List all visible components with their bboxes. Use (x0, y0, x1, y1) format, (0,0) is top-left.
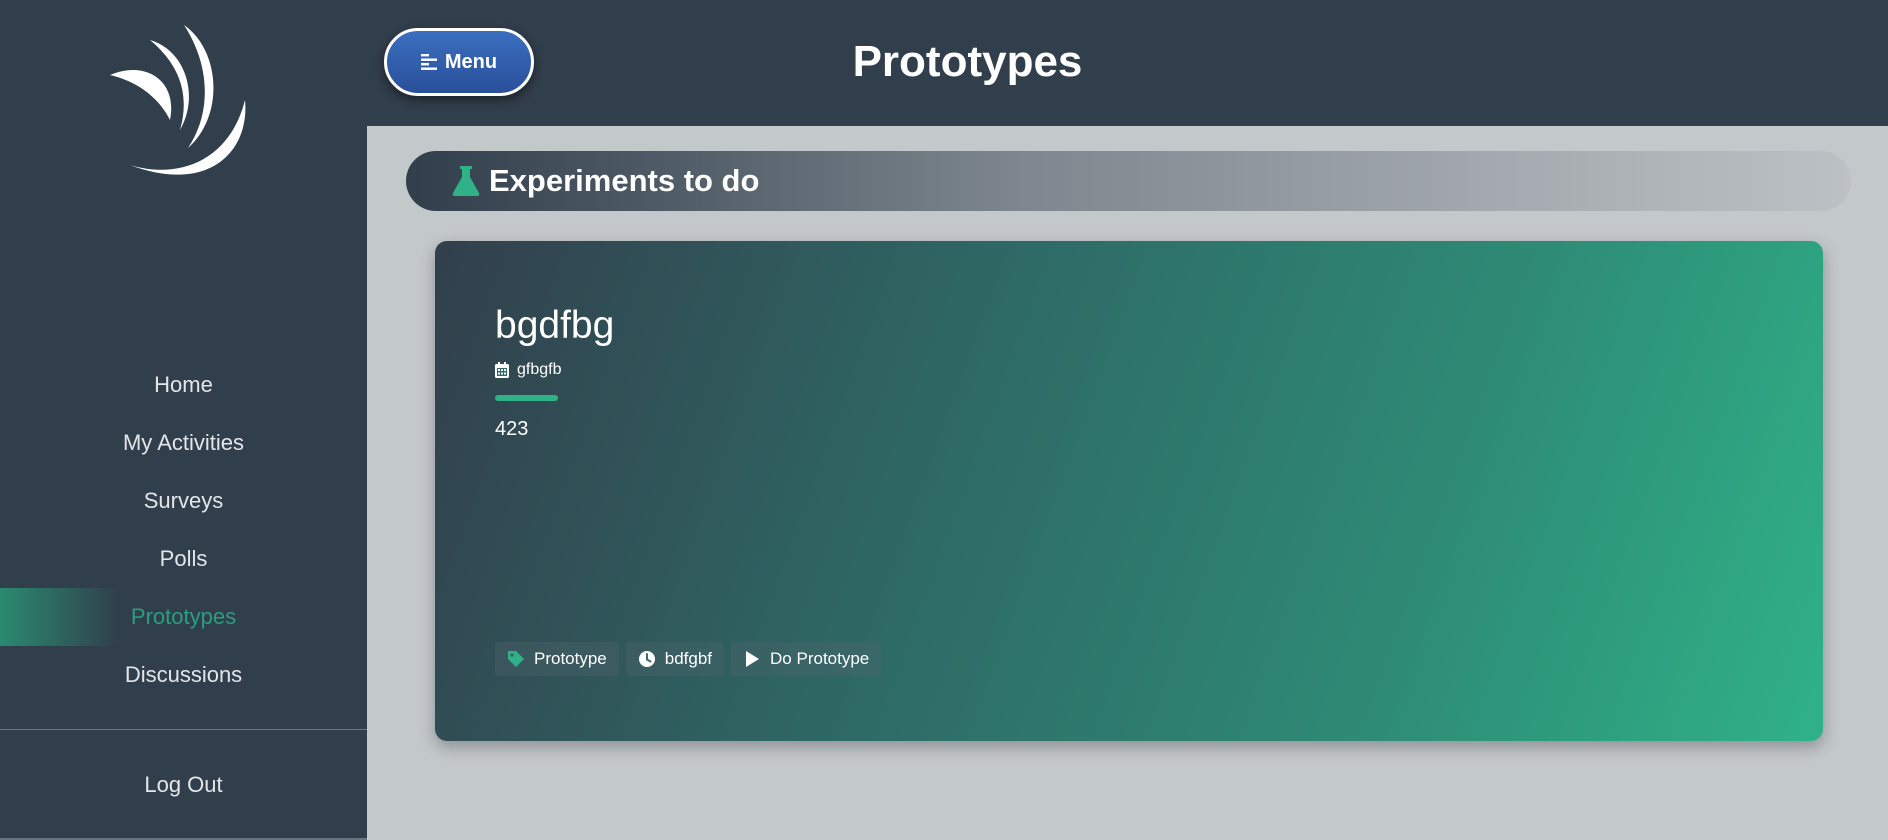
card-title: bgdfbg (495, 304, 615, 347)
chip-label: Prototype (534, 649, 607, 668)
section-title: Experiments to do (489, 163, 760, 198)
menu-button-label: Menu (444, 50, 498, 73)
clock-icon (638, 651, 655, 667)
sidebar-item-label: Polls (159, 546, 208, 571)
card-value: 423 (495, 418, 529, 440)
card-date: gfbgfb (517, 361, 562, 378)
do-prototype-button[interactable]: Do Prototype (731, 642, 882, 676)
flask-icon (452, 166, 480, 196)
logout-button[interactable]: Log Out (0, 757, 367, 813)
sidebar-item-polls[interactable]: Polls (0, 530, 367, 588)
card-accent-bar (495, 395, 558, 401)
sidebar-item-home[interactable]: Home (0, 356, 367, 414)
page-title: Prototypes (852, 37, 1083, 86)
sidebar-item-discussions[interactable]: Discussions (0, 646, 367, 704)
sidebar-item-label: Home (154, 372, 213, 397)
calendar-icon (495, 362, 509, 378)
tag-icon (508, 651, 524, 667)
section-banner: Experiments to do (406, 151, 1851, 211)
chip-type: Prototype (495, 642, 619, 676)
sidebar-item-label: Prototypes (130, 604, 237, 629)
sidebar-item-surveys[interactable]: Surveys (0, 472, 367, 530)
prototype-card: bgdfbg gfbgfb 423 Prototype bdfgbf Do Pr… (435, 241, 1823, 741)
sidebar-divider (0, 729, 367, 730)
card-chips: Prototype bdfgbf Do Prototype (495, 642, 882, 676)
sidebar-item-label: Discussions (124, 662, 243, 687)
align-left-icon (420, 54, 437, 70)
sidebar-nav: Home My Activities Surveys Polls Prototy… (0, 356, 367, 704)
play-icon (746, 651, 760, 667)
card-date-row: gfbgfb (495, 361, 561, 379)
sidebar: Home My Activities Surveys Polls Prototy… (0, 0, 367, 840)
sidebar-item-label: My Activities (122, 430, 245, 455)
sidebar-item-label: Surveys (143, 488, 224, 513)
sidebar-item-my-activities[interactable]: My Activities (0, 414, 367, 472)
chip-label: bdfgbf (664, 649, 713, 668)
top-header: Prototypes Menu (367, 0, 1888, 126)
menu-button[interactable]: Menu (384, 28, 534, 96)
chip-label: Do Prototype (770, 649, 870, 668)
sidebar-item-prototypes[interactable]: Prototypes (0, 588, 367, 646)
chip-duration: bdfgbf (625, 642, 725, 676)
